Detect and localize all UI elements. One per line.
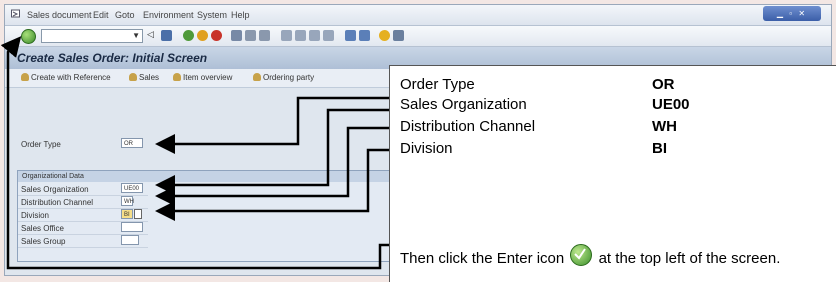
arrow-order-type [155, 96, 389, 154]
arrow-sales-organization [155, 108, 389, 195]
arrow-overlay [0, 36, 389, 270]
arrow-enter-icon [0, 36, 389, 270]
arrow-division [155, 148, 389, 221]
